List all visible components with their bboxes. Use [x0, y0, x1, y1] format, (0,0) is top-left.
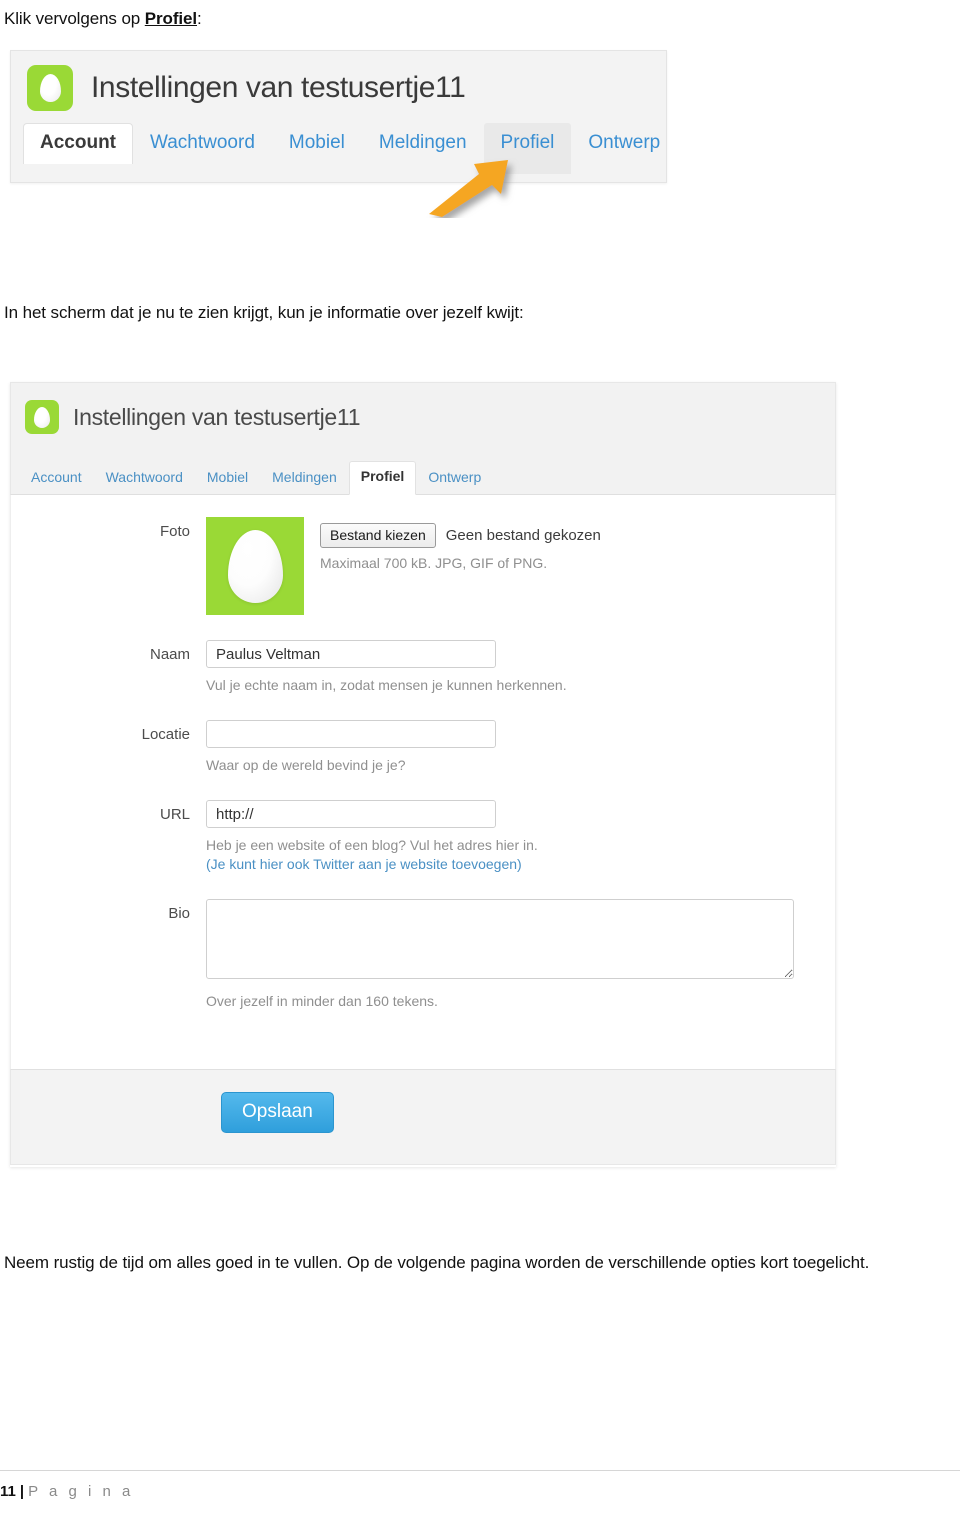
save-button[interactable]: Opslaan — [221, 1092, 334, 1133]
profile-photo-preview — [206, 517, 304, 615]
egg-avatar-icon — [25, 400, 59, 434]
no-file-selected-text: Geen bestand gekozen — [445, 526, 601, 544]
tab-account[interactable]: Account — [23, 123, 133, 164]
label-foto: Foto — [159, 523, 190, 540]
tab-meldingen[interactable]: Meldingen — [260, 462, 349, 494]
choose-file-button[interactable]: Bestand kiezen — [320, 523, 436, 548]
tab-profiel[interactable]: Profiel — [348, 461, 417, 495]
screenshot-one-settings-tabs: Instellingen van testusertje11 Account W… — [10, 50, 667, 183]
tab-ontwerp[interactable]: Ontwerp — [571, 123, 677, 164]
url-input[interactable] — [206, 800, 496, 828]
bio-textarea[interactable] — [206, 899, 794, 979]
egg-shape — [39, 74, 61, 102]
photo-size-hint: Maximaal 700 kB. JPG, GIF of PNG. — [320, 554, 548, 571]
save-bar: Opslaan — [10, 1069, 836, 1165]
foto-upload-controls: Bestand kiezen Geen bestand gekozen Maxi… — [304, 517, 601, 615]
foto-field: Bestand kiezen Geen bestand gekozen Maxi… — [206, 517, 835, 615]
naam-field: Vul je echte naam in, zodat mensen je ku… — [206, 640, 835, 695]
tab-profiel[interactable]: Profiel — [483, 123, 572, 174]
egg-avatar-icon — [27, 65, 73, 111]
egg-shape — [227, 529, 283, 603]
form-row-naam: Naam Vul je echte naam in, zodat mensen … — [11, 640, 835, 695]
label-url: URL — [159, 806, 190, 823]
bio-field: Over jezelf in minder dan 160 tekens. — [206, 899, 835, 1011]
twitter-add-link[interactable]: (Je kunt hier ook Twitter aan je website… — [206, 855, 835, 874]
tab-mobiel[interactable]: Mobiel — [195, 462, 260, 494]
form-row-locatie: Locatie Waar op de wereld bevind je je? — [11, 720, 835, 775]
screenshot-one-title: Instellingen van testusertje11 — [91, 71, 466, 104]
screenshot-two-tab-bar: Account Wachtwoord Mobiel Meldingen Prof… — [11, 461, 493, 495]
form-row-url: URL Heb je een website of een blog? Vul … — [11, 800, 835, 874]
naam-help-text: Vul je echte naam in, zodat mensen je ku… — [206, 677, 567, 693]
tab-account[interactable]: Account — [19, 462, 94, 494]
label-naam: Naam — [149, 646, 190, 663]
footer-separator: | — [19, 1483, 25, 1500]
mid-instruction-line: In het scherm dat je nu te zien krijgt, … — [4, 303, 524, 322]
tab-ontwerp[interactable]: Ontwerp — [416, 462, 493, 494]
footer-word-pagina: P a g i n a — [28, 1483, 134, 1500]
intro-text-after: : — [197, 9, 202, 28]
locatie-help-text: Waar op de wereld bevind je je? — [206, 757, 406, 773]
locatie-field: Waar op de wereld bevind je je? — [206, 720, 835, 775]
page-footer: 11 | P a g i n a — [0, 1470, 960, 1513]
file-chooser-line: Bestand kiezen Geen bestand gekozen — [320, 523, 601, 548]
form-row-bio: Bio Over jezelf in minder dan 160 tekens… — [11, 899, 835, 1011]
label-locatie: Locatie — [141, 726, 190, 743]
tab-mobiel[interactable]: Mobiel — [272, 123, 362, 164]
name-input[interactable] — [206, 640, 496, 668]
screenshot-two-header-area: Instellingen van testusertje11 Account W… — [10, 382, 836, 495]
egg-shape — [34, 406, 50, 428]
intro-text-before: Klik vervolgens op — [4, 9, 145, 28]
screenshot-one-header: Instellingen van testusertje11 — [11, 51, 666, 113]
profile-form: Foto Bestand kiezen Geen bestand gekozen… — [10, 495, 836, 1069]
label-bio: Bio — [168, 905, 190, 922]
url-field: Heb je een website of een blog? Vul het … — [206, 800, 835, 874]
url-help-line: Heb je een website of een blog? Vul het … — [206, 837, 538, 853]
url-help-text: Heb je een website of een blog? Vul het … — [206, 836, 835, 874]
page-number: 11 — [0, 1483, 16, 1500]
intro-instruction-line: Klik vervolgens op Profiel: — [4, 6, 704, 32]
screenshot-one-tab-bar: Account Wachtwoord Mobiel Meldingen Prof… — [11, 119, 666, 174]
location-input[interactable] — [206, 720, 496, 748]
page-footer-inner: 11 | P a g i n a — [0, 1483, 960, 1500]
intro-emphasis-profiel: Profiel — [144, 9, 197, 28]
form-row-foto: Foto Bestand kiezen Geen bestand gekozen… — [11, 517, 835, 615]
screenshot-two-profile-form: Instellingen van testusertje11 Account W… — [10, 382, 836, 1167]
closing-paragraph: Neem rustig de tijd om alles goed in te … — [4, 1253, 870, 1272]
screenshot-two-title: Instellingen van testusertje11 — [73, 403, 361, 430]
tab-wachtwoord[interactable]: Wachtwoord — [133, 123, 272, 164]
bio-help-text: Over jezelf in minder dan 160 tekens. — [206, 993, 438, 1009]
screenshot-two-header: Instellingen van testusertje11 — [11, 383, 835, 441]
tab-wachtwoord[interactable]: Wachtwoord — [94, 462, 195, 494]
tab-meldingen[interactable]: Meldingen — [362, 123, 484, 164]
